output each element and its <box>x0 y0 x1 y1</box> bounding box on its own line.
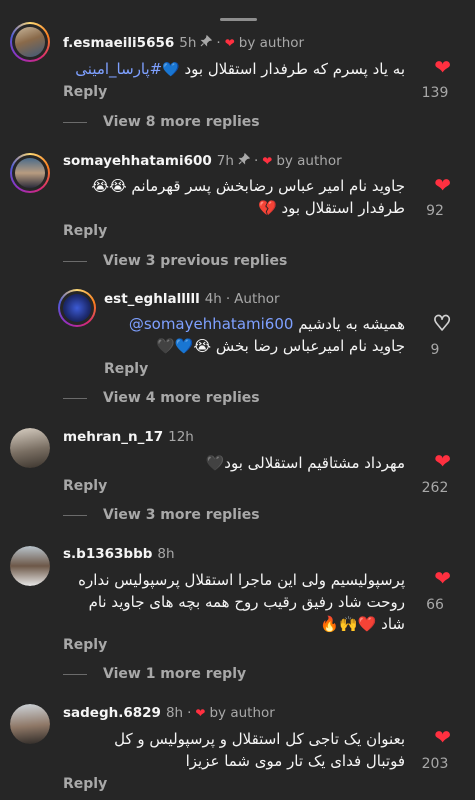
comment-header: f.esmaeili5656 5h · ❤ by author <box>63 34 304 52</box>
separator-dot: · <box>225 291 231 307</box>
comment-header: mehran_n_17 12h <box>63 428 194 446</box>
author-label: Author <box>234 291 280 307</box>
like-heart-icon[interactable]: ❤ <box>434 568 451 588</box>
like-heart-outline-icon[interactable]: ♥ <box>432 312 452 334</box>
liked-by-author-label: by author <box>209 705 275 721</box>
reply-button[interactable]: Reply <box>63 84 107 100</box>
like-count: 66 <box>426 597 444 613</box>
username[interactable]: sadegh.6829 <box>63 704 161 722</box>
view-more-label: View 8 more replies <box>103 114 260 130</box>
like-heart-icon[interactable]: ❤ <box>434 175 451 195</box>
avatar[interactable] <box>10 22 50 62</box>
comment-text-line-2: طرفدار استقلال بود 💔 <box>258 199 405 217</box>
author-heart-icon: ❤ <box>262 154 273 168</box>
reply-button[interactable]: Reply <box>63 478 107 494</box>
thread-line <box>63 673 87 675</box>
timestamp: 4h <box>204 291 222 307</box>
comment-text-line-1: همیشه به یادشیم @somayehhatami600 <box>129 313 405 335</box>
reply-button[interactable]: Reply <box>63 776 107 792</box>
comment-emoji: 💙 <box>162 62 180 78</box>
comment-text: به یاد پسرم که طرفدار استقلال بود 💙#پارس… <box>75 58 405 81</box>
liked-by-author-label: by author <box>238 35 305 51</box>
view-more-replies[interactable]: View 3 more replies <box>63 507 260 523</box>
comment-text-line-2: جاوید نام امیرعباس رضا بخش 😭💙🖤 <box>156 337 405 355</box>
view-more-replies[interactable]: View 4 more replies <box>63 390 260 406</box>
thread-line <box>63 397 87 399</box>
like-heart-icon[interactable]: ❤ <box>434 57 451 77</box>
timestamp: 7h <box>216 153 234 169</box>
pin-icon <box>238 152 251 170</box>
timestamp: 8h <box>165 705 184 721</box>
like-heart-icon[interactable]: ❤ <box>434 451 451 471</box>
view-previous-replies[interactable]: View 3 previous replies <box>63 253 287 269</box>
view-more-label: View 4 more replies <box>103 390 260 406</box>
comment-text: مهرداد مشتاقیم استقلالی بود🖤 <box>205 454 405 472</box>
author-heart-icon: ❤ <box>195 706 206 720</box>
like-count: 139 <box>421 85 449 101</box>
view-more-label: View 1 more reply <box>103 666 247 682</box>
separator-dot: · <box>253 153 259 169</box>
mention-link[interactable]: @somayehhatami600 <box>129 315 294 333</box>
comment-text-main: به یاد پسرم که طرفدار استقلال بود <box>184 60 405 78</box>
separator-dot: · <box>216 35 221 51</box>
comment-text-line-2: فوتبال فدای یک تار موی شما عزیزا <box>185 752 405 770</box>
view-more-label: View 3 previous replies <box>103 253 288 269</box>
comment-text-line-2: روحت شاد رفیق رقیب روح همه بچه های جاوید… <box>88 593 405 611</box>
comment-text-line-1: جاوید نام امیر عباس رضابخش پسر قهرمانم 😭… <box>91 177 405 195</box>
comment-text-line-3: شاد ❤️🙌🔥 <box>320 615 405 633</box>
like-count: 92 <box>426 203 444 219</box>
thread-line <box>63 514 87 516</box>
comment-text-rest: همیشه به یادشیم <box>298 315 405 333</box>
username[interactable]: f.esmaeili5656 <box>63 34 174 52</box>
username[interactable]: mehran_n_17 <box>63 428 163 446</box>
comment-header: s.b1363bbb 8h <box>63 545 175 563</box>
username[interactable]: est_eghlalllll <box>104 290 200 308</box>
comment-text-line-1: پرسپولیسیم ولی این ماجرا استقلال پرسپولی… <box>78 571 405 589</box>
username[interactable]: somayehhatami600 <box>63 152 212 170</box>
separator-dot: · <box>187 705 192 721</box>
like-count: 9 <box>430 342 440 358</box>
hashtag-link[interactable]: #پارسا_امینی <box>75 60 162 78</box>
avatar[interactable] <box>10 546 50 586</box>
username[interactable]: s.b1363bbb <box>63 545 152 563</box>
sheet-grabber-handle[interactable] <box>220 18 257 21</box>
comment-text-line-1: بعنوان یک تاجی کل استقلال و پرسپولیس و ک… <box>114 730 405 748</box>
author-heart-icon: ❤ <box>224 36 235 50</box>
avatar[interactable] <box>10 428 50 468</box>
view-more-label: View 3 more replies <box>103 507 260 523</box>
comment-header: somayehhatami600 7h · ❤ by author <box>63 152 342 170</box>
thread-line <box>63 260 87 262</box>
liked-by-author-label: by author <box>276 153 342 169</box>
pin-icon <box>200 34 213 52</box>
view-more-replies[interactable]: View 8 more replies <box>63 114 260 130</box>
avatar[interactable] <box>58 289 96 327</box>
timestamp: 12h <box>168 429 194 445</box>
like-count: 203 <box>421 756 449 772</box>
thread-line <box>63 121 87 123</box>
comment-header: sadegh.6829 8h · ❤ by author <box>63 704 275 722</box>
timestamp: 8h <box>157 546 175 562</box>
reply-button[interactable]: Reply <box>63 223 107 239</box>
timestamp: 5h <box>179 35 197 51</box>
avatar[interactable] <box>10 704 50 744</box>
like-heart-icon[interactable]: ❤ <box>434 727 451 747</box>
comment-header: est_eghlalllll 4h · Author <box>104 290 280 308</box>
view-more-replies[interactable]: View 1 more reply <box>63 666 246 682</box>
reply-button[interactable]: Reply <box>63 637 107 653</box>
avatar[interactable] <box>10 153 50 193</box>
like-count: 262 <box>421 480 449 496</box>
reply-button[interactable]: Reply <box>104 361 148 377</box>
